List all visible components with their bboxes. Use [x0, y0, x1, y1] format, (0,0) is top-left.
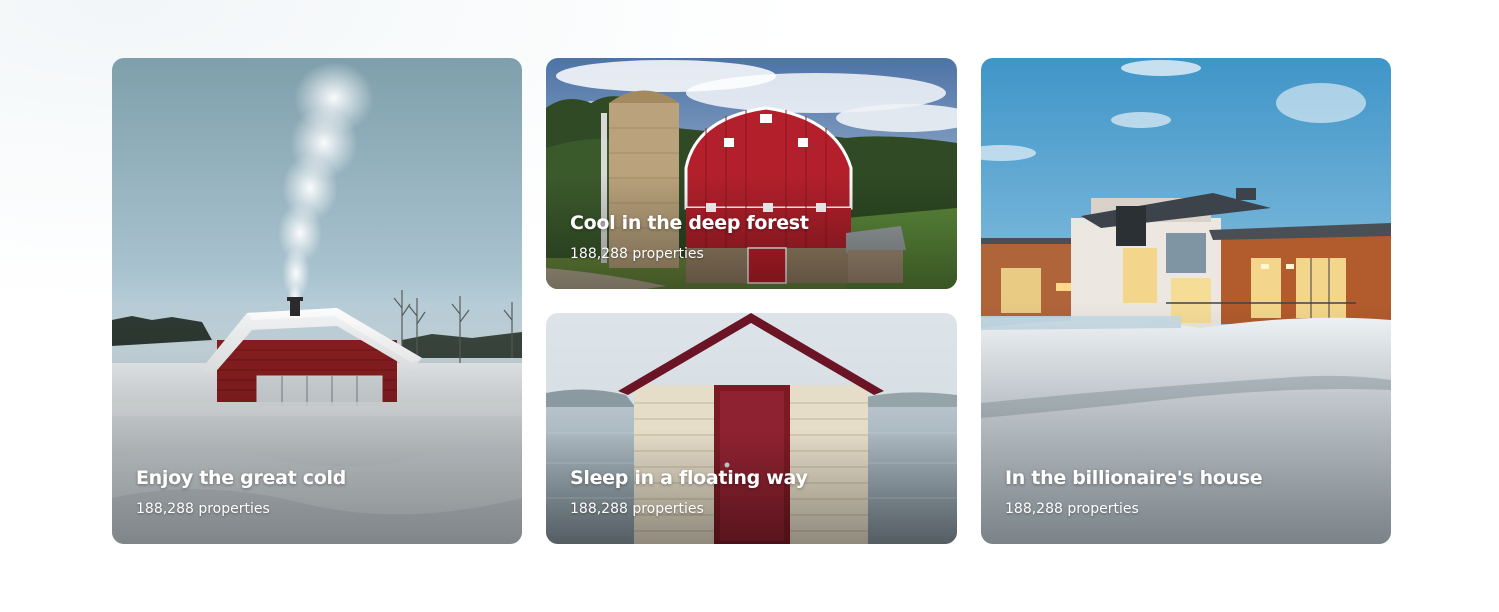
card-title[interactable]: Cool in the deep forest	[570, 212, 809, 234]
card-property-count: 188,288 properties	[570, 501, 704, 517]
destination-card-cold[interactable]: Enjoy the great cold 188,288 properties	[112, 58, 522, 544]
card-title[interactable]: Enjoy the great cold	[136, 467, 346, 489]
card-property-count: 188,288 properties	[1005, 501, 1139, 517]
card-title[interactable]: Sleep in a floating way	[570, 467, 808, 489]
card-property-count: 188,288 properties	[136, 501, 270, 517]
destination-card-forest[interactable]: Cool in the deep forest 188,288 properti…	[546, 58, 957, 289]
destination-card-billionaire[interactable]: In the billionaire's house 188,288 prope…	[981, 58, 1391, 544]
destination-card-floating[interactable]: Sleep in a floating way 188,288 properti…	[546, 313, 957, 544]
card-property-count: 188,288 properties	[570, 246, 704, 262]
destination-grid: Enjoy the great cold 188,288 properties	[0, 0, 1499, 612]
card-title[interactable]: In the billionaire's house	[1005, 467, 1263, 489]
